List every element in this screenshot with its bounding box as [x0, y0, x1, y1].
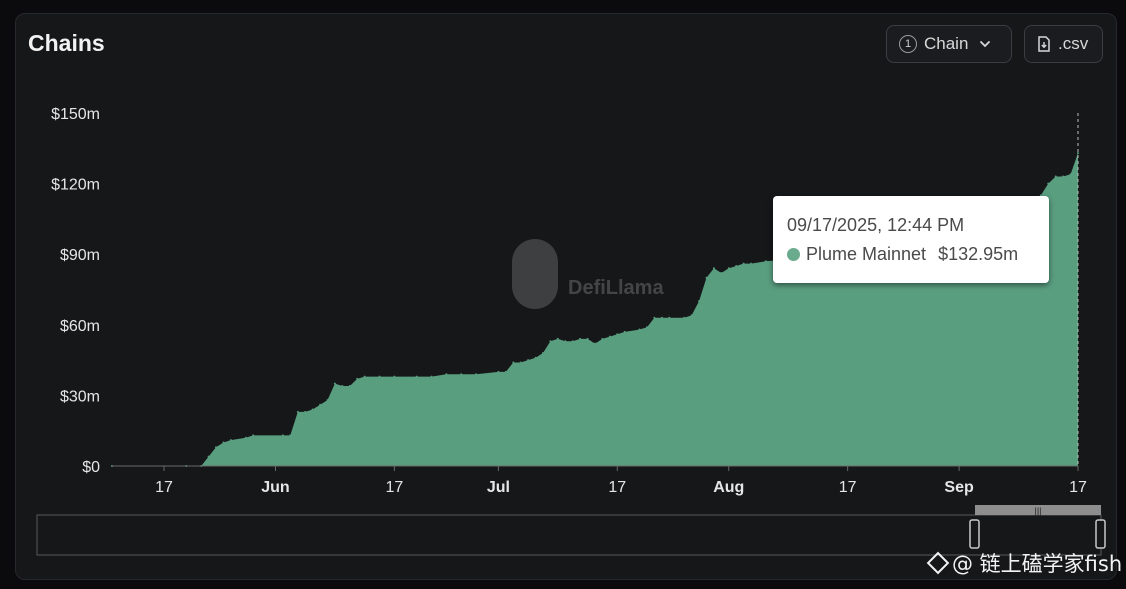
data-point: [244, 436, 247, 439]
data-point: [363, 375, 366, 378]
x-tick-label: 17: [608, 479, 626, 496]
data-point: [519, 361, 522, 364]
y-tick-label: $90m: [60, 247, 100, 264]
data-point: [504, 370, 507, 373]
data-point: [690, 314, 693, 317]
data-point: [207, 455, 210, 458]
data-point: [319, 403, 322, 406]
defillama-watermark-text: DefiLlama: [568, 277, 664, 299]
data-point: [1062, 175, 1065, 178]
data-point: [750, 262, 752, 265]
data-point: [296, 410, 299, 413]
data-point: [1047, 182, 1050, 185]
binance-square-icon: [926, 551, 950, 575]
data-point: [683, 316, 686, 319]
data-point: [623, 330, 626, 333]
data-point: [252, 434, 255, 437]
credit-text: @ 链上磕学家fish: [952, 552, 1123, 576]
data-point: [460, 373, 463, 376]
data-point: [638, 328, 641, 331]
range-slider-grip-icon: |||: [1034, 506, 1041, 516]
data-point: [527, 359, 530, 362]
y-tick-label: $150m: [51, 106, 100, 123]
data-point: [475, 373, 478, 376]
y-tick-label: $30m: [60, 388, 100, 405]
data-point: [415, 375, 418, 378]
data-point: [698, 300, 700, 303]
data-point: [608, 335, 611, 338]
x-tick-label: Sep: [944, 479, 974, 496]
data-point: [764, 260, 767, 263]
data-point: [1054, 175, 1057, 178]
data-point: [229, 439, 232, 442]
data-point: [660, 316, 663, 319]
credit-watermark: @ 链上磕学家fish: [926, 548, 1123, 578]
data-point: [556, 337, 559, 340]
data-point: [326, 399, 329, 402]
data-point: [549, 340, 552, 343]
x-tick-label: Jun: [261, 479, 289, 496]
tooltip-series-value: $132.95m: [938, 244, 1019, 264]
data-point: [1077, 152, 1079, 155]
range-slider-right-handle[interactable]: [1095, 519, 1106, 549]
data-point: [594, 342, 596, 345]
data-point: [222, 441, 225, 444]
data-point: [653, 316, 656, 319]
data-point: [735, 265, 738, 267]
x-tick-label: Jul: [487, 479, 510, 496]
tooltip-series-name: Plume Mainnet: [806, 244, 927, 264]
series-color-dot: [787, 248, 800, 261]
data-point: [705, 276, 708, 279]
data-point: [445, 373, 448, 376]
data-point: [1069, 173, 1072, 176]
defillama-watermark: DefiLlama: [512, 239, 664, 309]
data-point: [571, 340, 574, 343]
data-point: [378, 375, 381, 378]
data-point: [579, 337, 582, 340]
data-point: [601, 337, 604, 340]
x-tick-label: 17: [839, 479, 857, 496]
x-tick-label: 17: [155, 479, 173, 496]
tooltip-date: 09/17/2025, 12:44 PM: [787, 215, 965, 235]
data-point: [333, 382, 336, 385]
x-tick-label: 17: [1069, 479, 1087, 496]
data-point: [534, 356, 537, 359]
x-tick-label: 17: [385, 479, 403, 496]
llama-logo-icon: [512, 239, 558, 309]
data-point: [586, 337, 589, 340]
data-point: [304, 410, 307, 413]
data-point: [311, 408, 314, 411]
data-point: [430, 375, 433, 378]
tooltip-series-row: Plume Mainnet $132.95m: [787, 244, 1018, 265]
data-point: [742, 262, 745, 265]
x-tick-label: Aug: [713, 479, 744, 496]
data-point: [512, 361, 515, 364]
chart-tooltip: 09/17/2025, 12:44 PM Plume Mainnet $132.…: [773, 196, 1049, 283]
y-tick-label: $60m: [60, 318, 100, 335]
data-point: [712, 267, 715, 270]
data-point: [341, 385, 344, 387]
data-point: [497, 370, 500, 373]
data-point: [564, 340, 567, 343]
y-tick-label: $120m: [51, 177, 100, 194]
data-point: [356, 377, 359, 380]
data-point: [646, 326, 648, 329]
data-point: [215, 446, 217, 449]
data-point: [348, 385, 351, 387]
data-point: [289, 434, 292, 437]
data-point: [616, 333, 619, 336]
data-point: [727, 267, 730, 270]
data-point: [720, 272, 723, 274]
y-tick-label: $0: [82, 459, 100, 476]
tvl-area-chart[interactable]: DefiLlama $0 $30m $60m $90m $120m $150m 17 Jun…: [0, 0, 1126, 589]
data-point: [542, 352, 544, 354]
data-point: [393, 375, 396, 378]
data-point: [281, 434, 284, 437]
range-slider-left-handle[interactable]: [969, 519, 980, 549]
data-point: [668, 316, 671, 319]
